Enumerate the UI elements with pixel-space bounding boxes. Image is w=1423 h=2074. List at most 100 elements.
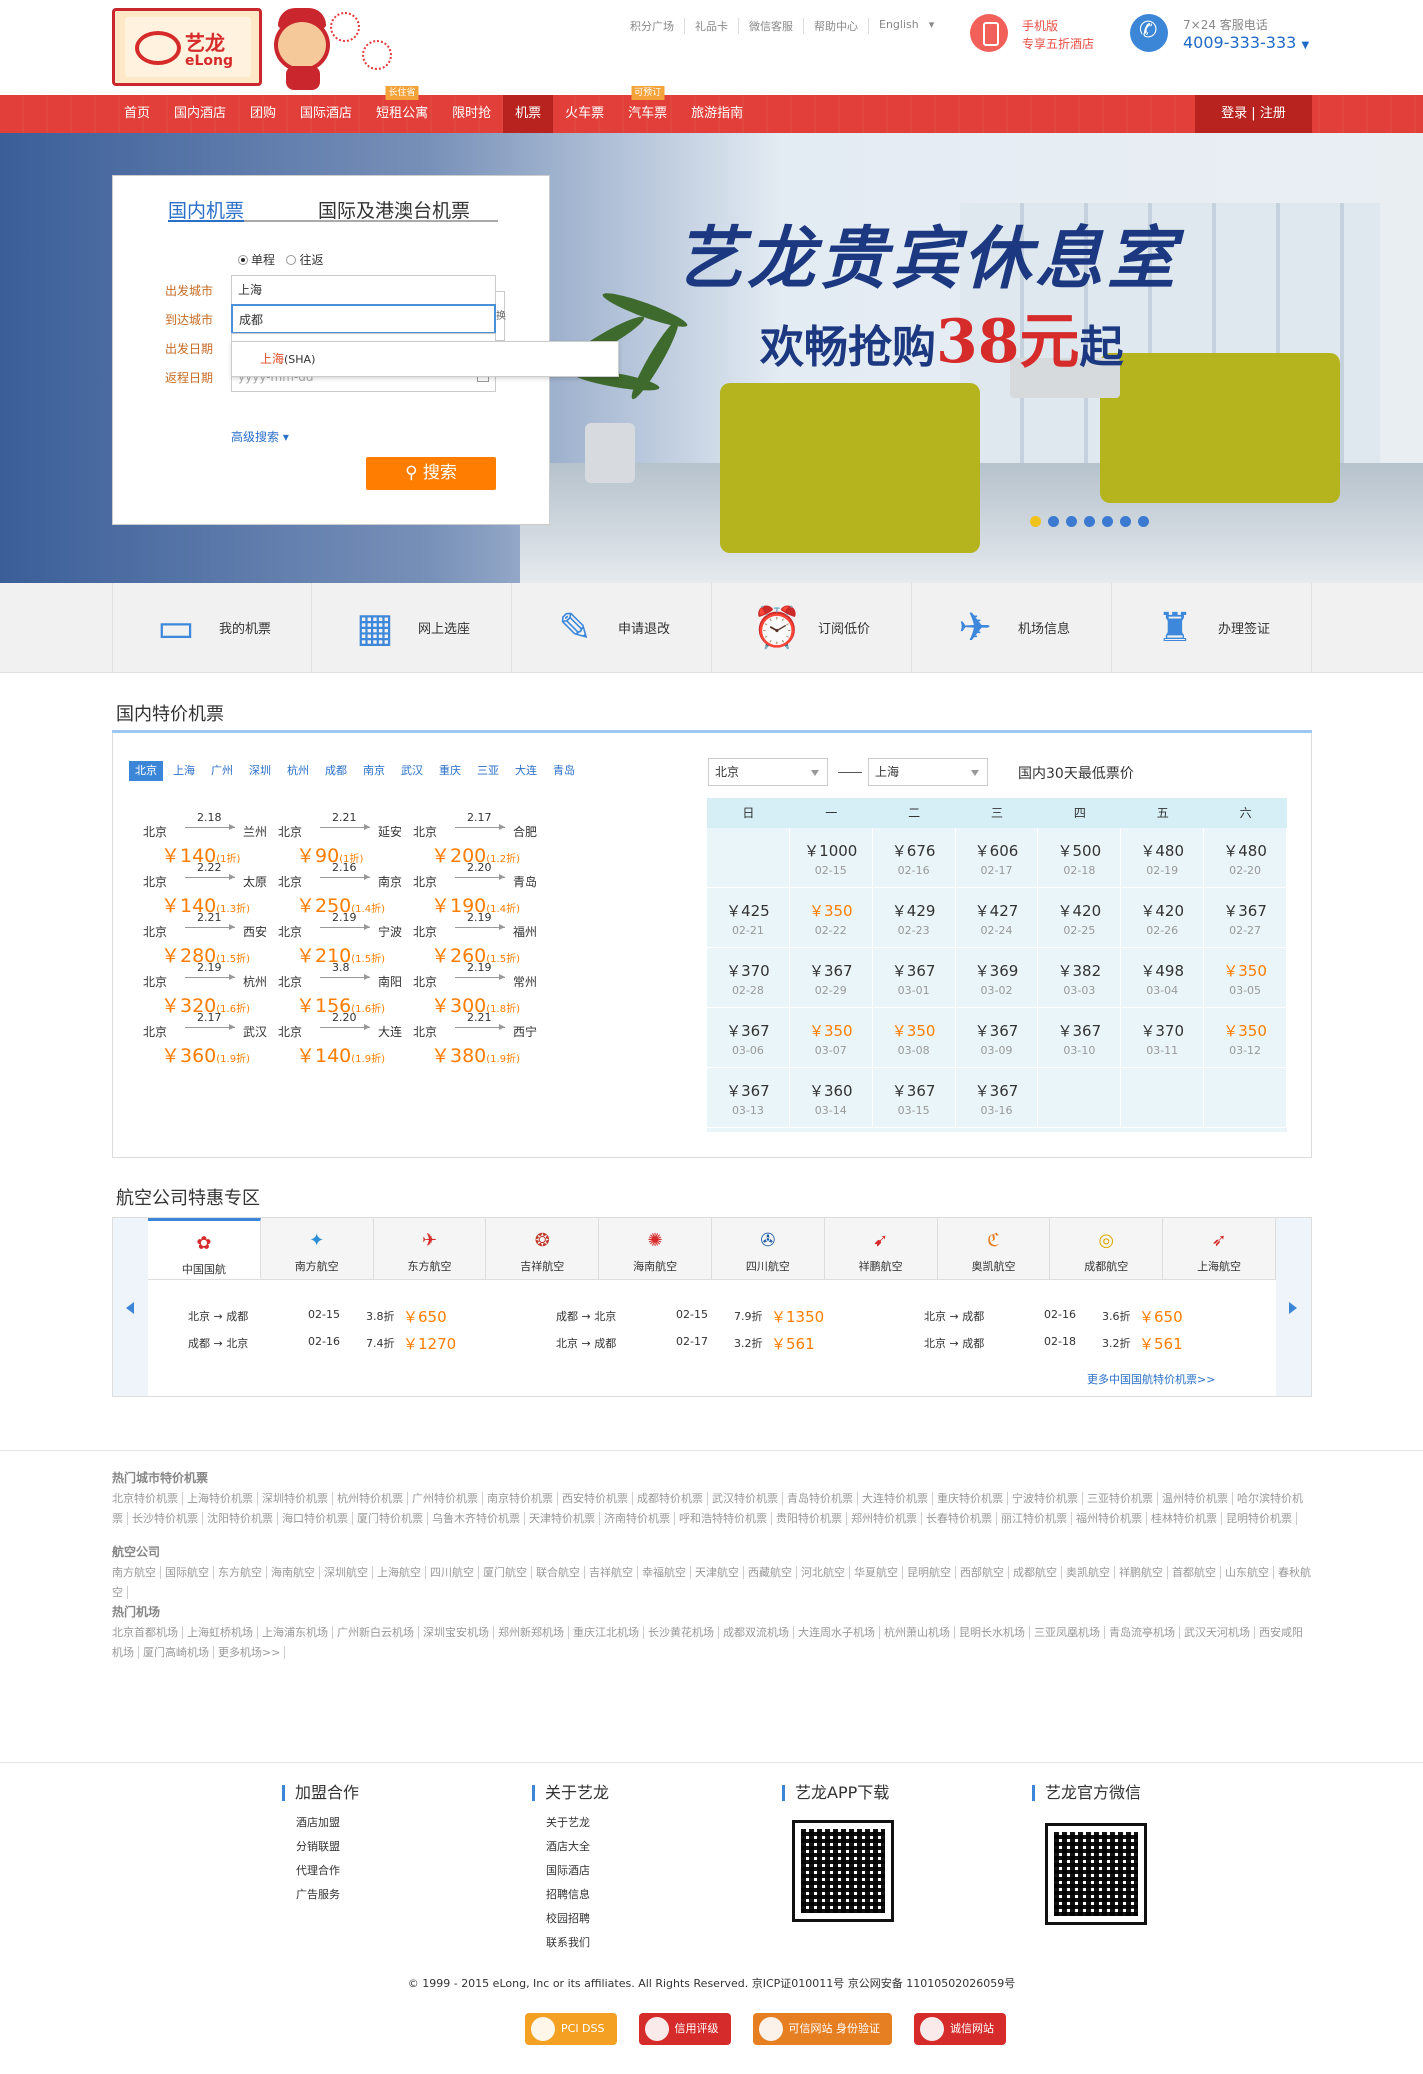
calendar-day[interactable]: ￥480 02-19 — [1121, 828, 1205, 888]
footer-link[interactable]: 酒店加盟 — [282, 1811, 359, 1835]
seo-link[interactable]: 深圳航空 — [324, 1566, 373, 1579]
seo-link[interactable]: 呼和浩特特价机票 — [679, 1512, 772, 1525]
seo-link[interactable]: 大连周水子机场 — [798, 1626, 880, 1639]
footer-link[interactable]: 招聘信息 — [532, 1883, 609, 1907]
slide-dot[interactable] — [1120, 516, 1131, 527]
footer-link[interactable]: 代理合作 — [282, 1859, 359, 1883]
login-register-link[interactable]: 登录 | 注册 — [1195, 95, 1312, 133]
calendar-day[interactable]: ￥360 03-14 — [789, 1068, 873, 1128]
calendar-day[interactable]: ￥367 02-29 — [789, 948, 873, 1008]
seo-link[interactable]: 青岛流亭机场 — [1109, 1626, 1180, 1639]
seo-link[interactable]: 大连特价机票 — [862, 1492, 933, 1505]
seo-link[interactable]: 桂林特价机票 — [1151, 1512, 1222, 1525]
seo-link[interactable]: 郑州特价机票 — [851, 1512, 922, 1525]
advanced-search-link[interactable]: 高级搜索 ▾ — [231, 428, 289, 445]
calendar-day[interactable]: ￥382 03-03 — [1038, 948, 1122, 1008]
seo-link[interactable]: 杭州萧山机场 — [884, 1626, 955, 1639]
seo-link[interactable]: 南京特价机票 — [487, 1492, 558, 1505]
prev-arrow-button[interactable] — [113, 1218, 148, 1396]
footer-link[interactable]: 关于艺龙 — [532, 1811, 609, 1835]
seo-link[interactable]: 温州特价机票 — [1162, 1492, 1233, 1505]
calendar-day[interactable]: ￥367 03-15 — [872, 1068, 956, 1128]
seo-link[interactable]: 上海特价机票 — [187, 1492, 258, 1505]
seo-link[interactable]: 海口特价机票 — [282, 1512, 353, 1525]
city-filter-item[interactable]: 广州 — [205, 761, 239, 781]
seo-link[interactable]: 祥鹏航空 — [1119, 1566, 1168, 1579]
seo-link[interactable]: 吉祥航空 — [589, 1566, 638, 1579]
seo-link[interactable]: 昆明航空 — [907, 1566, 956, 1579]
calendar-day[interactable]: ￥427 02-24 — [955, 888, 1039, 948]
seo-link[interactable]: 上海浦东机场 — [262, 1626, 333, 1639]
seo-link[interactable]: 天津航空 — [695, 1566, 744, 1579]
seo-link[interactable]: 深圳宝安机场 — [423, 1626, 494, 1639]
airline-tab[interactable]: ✿ 中国国航 — [148, 1218, 261, 1279]
tab-domestic[interactable]: 国内机票 — [168, 196, 245, 222]
seo-link[interactable]: 广州新白云机场 — [337, 1626, 419, 1639]
calendar-day[interactable]: ￥500 02-18 — [1038, 828, 1122, 888]
city-filter-item[interactable]: 南京 — [357, 761, 391, 781]
nav-item[interactable]: 团购 — [238, 95, 288, 133]
calendar-day[interactable]: ￥367 03-01 — [872, 948, 956, 1008]
search-button[interactable]: ⚲ 搜索 — [366, 457, 496, 490]
city-filter-item[interactable]: 上海 — [167, 761, 201, 781]
quick-link-item[interactable]: ✈ 机场信息 — [912, 583, 1112, 673]
seo-link[interactable]: 北京首都机场 — [112, 1626, 183, 1639]
seo-link[interactable]: 南方航空 — [112, 1566, 161, 1579]
calendar-day[interactable]: ￥370 03-11 — [1121, 1008, 1205, 1068]
seo-link[interactable]: 贵阳特价机票 — [776, 1512, 847, 1525]
airline-tab[interactable]: ✈ 东方航空 — [373, 1218, 487, 1279]
slide-dot[interactable] — [1066, 516, 1077, 527]
seo-link[interactable]: 山东航空 — [1225, 1566, 1274, 1579]
mobile-version-link[interactable]: 手机版 — [1022, 17, 1058, 34]
seo-link[interactable]: 厦门航空 — [483, 1566, 532, 1579]
seo-link[interactable]: 三亚特价机票 — [1087, 1492, 1158, 1505]
next-arrow-button[interactable] — [1276, 1218, 1311, 1396]
calendar-day[interactable]: ￥367 02-27 — [1204, 888, 1287, 948]
nav-item[interactable]: 短租公寓 长住省 — [364, 86, 440, 133]
seo-link[interactable]: 昆明长水机场 — [959, 1626, 1030, 1639]
seo-link[interactable]: 上海航空 — [377, 1566, 426, 1579]
seo-link[interactable]: 厦门特价机票 — [357, 1512, 428, 1525]
airline-tab[interactable]: ℭ 奥凯航空 — [937, 1218, 1051, 1279]
footer-link[interactable]: 联系我们 — [532, 1931, 609, 1955]
seo-link[interactable]: 西安特价机票 — [562, 1492, 633, 1505]
seo-link[interactable]: 首都航空 — [1172, 1566, 1221, 1579]
calendar-day[interactable]: ￥367 03-06 — [707, 1008, 790, 1068]
more-airline-deals-link[interactable]: 更多中国国航特价机票>> — [1087, 1371, 1215, 1387]
seo-link[interactable]: 武汉特价机票 — [712, 1492, 783, 1505]
calendar-day[interactable]: ￥1000 02-15 — [789, 828, 873, 888]
calendar-day[interactable]: ￥367 03-10 — [1038, 1008, 1122, 1068]
quick-link-item[interactable]: ✎ 申请退改 — [512, 583, 712, 673]
city-filter-item[interactable]: 成都 — [319, 761, 353, 781]
calendar-day[interactable]: ￥350 03-08 — [872, 1008, 956, 1068]
seo-link[interactable]: 海南航空 — [271, 1566, 320, 1579]
seo-link[interactable]: 上海虹桥机场 — [187, 1626, 258, 1639]
language-switch[interactable]: ▾ — [929, 18, 935, 34]
trust-badge[interactable]: 可信网站 身份验证 — [752, 2013, 892, 2045]
seo-link[interactable]: 长春特价机票 — [926, 1512, 997, 1525]
seo-link[interactable]: 长沙特价机票 — [132, 1512, 203, 1525]
city-filter-item[interactable]: 北京 — [129, 761, 163, 781]
airline-tab[interactable]: ✇ 四川航空 — [711, 1218, 825, 1279]
city-filter-item[interactable]: 武汉 — [395, 761, 429, 781]
top-link[interactable]: 积分广场 — [620, 18, 684, 34]
airline-tab[interactable]: ✺ 海南航空 — [599, 1218, 712, 1279]
mobile-version-sub[interactable]: 专享五折酒店 — [1022, 35, 1094, 52]
calendar-day[interactable]: ￥367 03-13 — [707, 1068, 790, 1128]
seo-link[interactable]: 武汉天河机场 — [1184, 1626, 1255, 1639]
seo-link[interactable]: 重庆江北机场 — [573, 1626, 644, 1639]
nav-item[interactable]: 火车票 — [553, 95, 616, 133]
seo-link[interactable]: 东方航空 — [218, 1566, 267, 1579]
airline-tab[interactable]: ◎ 成都航空 — [1050, 1218, 1164, 1279]
nav-item[interactable]: 国际酒店 — [288, 95, 364, 133]
top-link[interactable]: 礼品卡 — [684, 18, 738, 34]
top-link[interactable]: English — [868, 18, 929, 34]
seo-link[interactable]: 北京特价机票 — [112, 1492, 183, 1505]
mobile-phone-icon[interactable] — [970, 14, 1008, 52]
seo-link[interactable]: 重庆特价机票 — [937, 1492, 1008, 1505]
calendar-day[interactable]: ￥429 02-23 — [872, 888, 956, 948]
city-filter-item[interactable]: 三亚 — [471, 761, 505, 781]
seo-link[interactable]: 西藏航空 — [748, 1566, 797, 1579]
footer-link[interactable]: 国际酒店 — [532, 1859, 609, 1883]
nav-item[interactable]: 首页 — [112, 95, 162, 133]
